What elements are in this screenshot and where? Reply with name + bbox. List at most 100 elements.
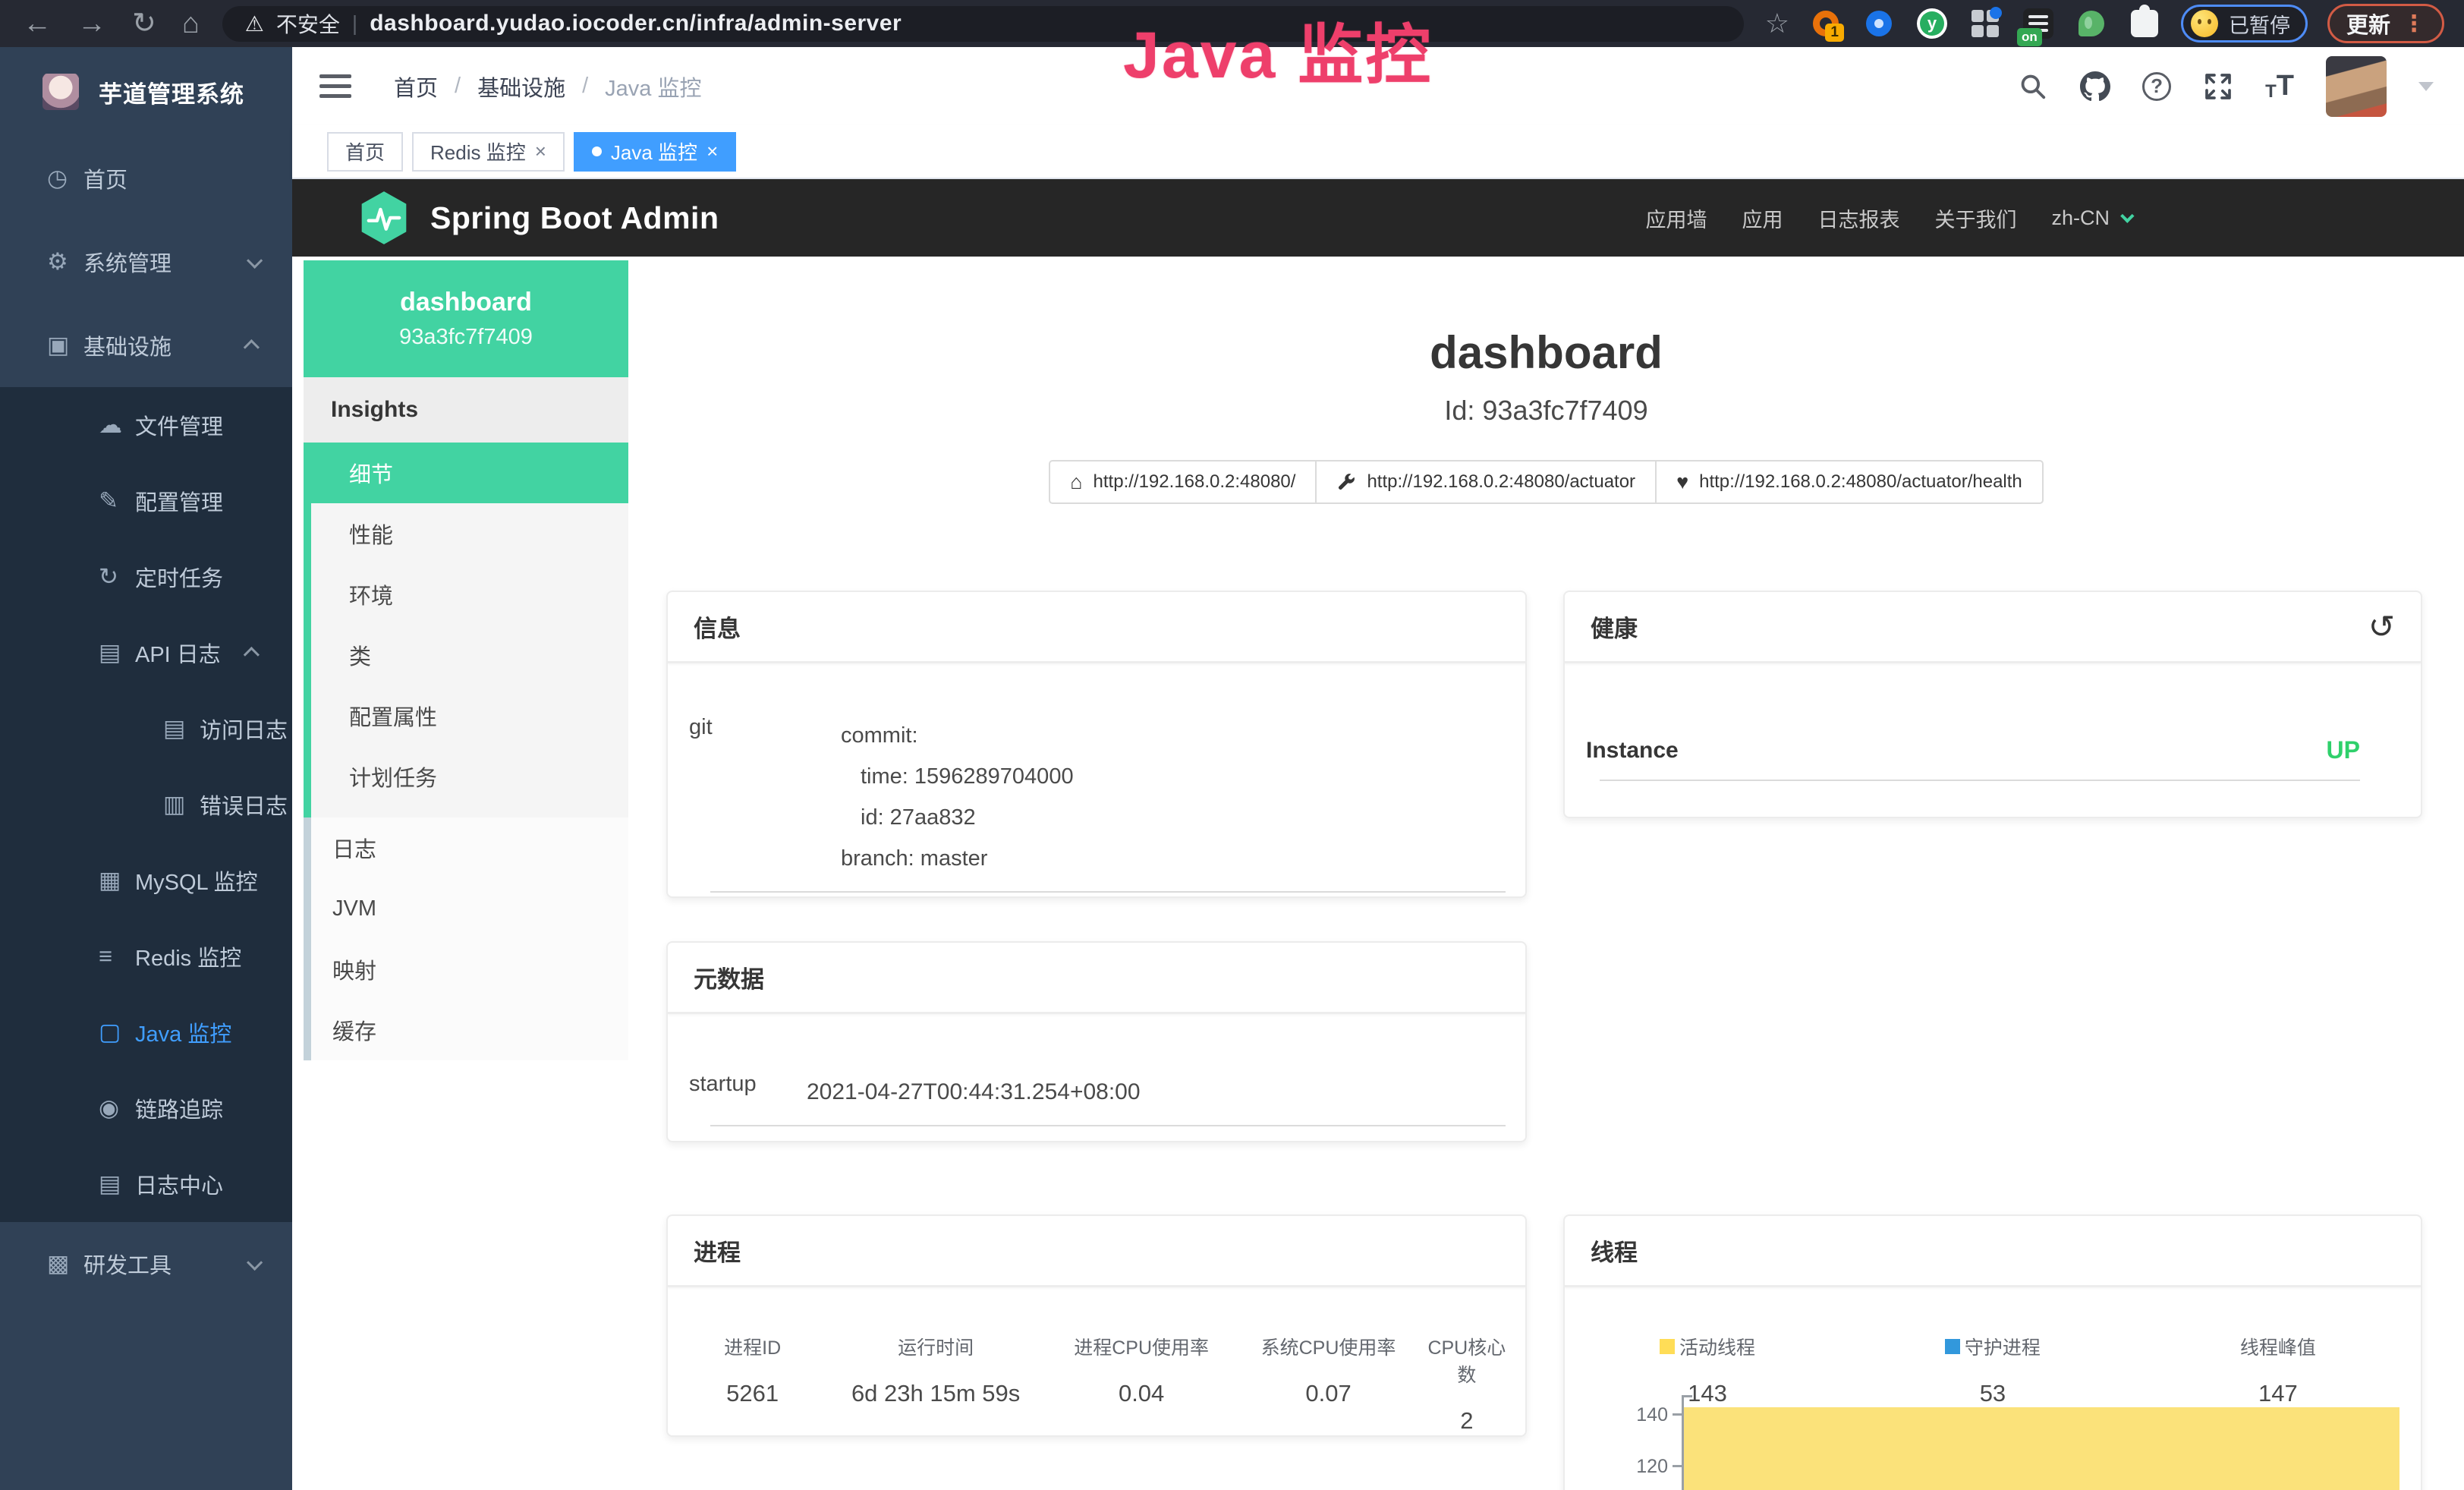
browser-update-button[interactable]: 更新 ⋮ (2327, 4, 2444, 43)
sidebar-item-tracing[interactable]: ◉ 链路追踪 (0, 1070, 292, 1146)
sba-brand-title[interactable]: Spring Boot Admin (430, 200, 719, 236)
chevron-up-icon (244, 647, 260, 663)
y-tick-label: 120 (1636, 1456, 1668, 1478)
sidebar-item-config-manage[interactable]: ✎ 配置管理 (0, 463, 292, 539)
sba-nav-applications[interactable]: 应用 (1742, 203, 1783, 233)
sidebar-section-insights[interactable]: Insights (304, 377, 628, 443)
font-size-large: T (2277, 70, 2294, 102)
stat-process-cpu: 进程CPU使用率 0.04 (1048, 1333, 1235, 1435)
extension-switch-icon[interactable]: on (2022, 7, 2055, 40)
annotation-java-monitor: Java 监控 (1123, 2, 1433, 96)
health-card-header: 健康 ↺ (1565, 592, 2421, 663)
stat-header: 系统CPU使用率 (1235, 1333, 1421, 1360)
font-size-icon[interactable]: TT (2265, 70, 2294, 102)
edit-icon: ✎ (99, 487, 135, 515)
help-icon[interactable]: ? (2142, 72, 2171, 101)
extension-colorpicker-icon[interactable]: 1 (1809, 7, 1842, 40)
sba-item-details[interactable]: 细节 (311, 443, 628, 503)
chevron-down-icon (247, 1254, 263, 1270)
not-secure-warning-icon: ⚠ (245, 11, 264, 36)
breadcrumb-section[interactable]: 基础设施 (477, 71, 565, 102)
health-instance-row[interactable]: Instance UP (1565, 736, 2421, 764)
sba-item-jvm[interactable]: JVM (311, 878, 628, 939)
process-stats: 进程ID 5261 运行时间 6d 23h 15m 59s 进程CPU使用率 0… (668, 1333, 1525, 1435)
spring-boot-admin-logo[interactable] (359, 190, 409, 246)
breadcrumb-separator: / (455, 74, 461, 99)
extension-on-badge: on (2017, 28, 2042, 46)
close-icon[interactable]: × (706, 140, 718, 163)
threads-chart: 140 120 100 (1625, 1404, 2399, 1490)
metadata-value: 2021-04-27T00:44:31.254+08:00 (807, 1072, 1141, 1113)
sba-item-caches[interactable]: 缓存 (311, 1000, 628, 1060)
sidebar-item-mysql-monitor[interactable]: ▦ MySQL 监控 (0, 843, 292, 918)
tab-home[interactable]: 首页 (327, 132, 403, 172)
sba-item-metrics[interactable]: 性能 (311, 503, 628, 564)
insights-submenu: 细节 性能 环境 类 配置属性 计划任务 (304, 443, 628, 817)
sba-nav-about[interactable]: 关于我们 (1934, 203, 2016, 233)
endpoint-health-button[interactable]: ♥ http://192.168.0.2:48080/actuator/heal… (1655, 460, 2044, 504)
sba-nav-wallboard[interactable]: 应用墙 (1645, 203, 1707, 233)
extensions-puzzle-icon[interactable] (2128, 7, 2161, 40)
address-bar[interactable]: ⚠ 不安全 | dashboard.yudao.iocoder.cn/infra… (222, 6, 1744, 42)
row-underline (1600, 780, 2360, 781)
sidebar-item-log-center[interactable]: ▤ 日志中心 (0, 1146, 292, 1222)
back-icon[interactable]: ← (23, 9, 52, 38)
endpoint-url: http://192.168.0.2:48080/actuator (1367, 471, 1635, 493)
breadcrumb-home[interactable]: 首页 (394, 71, 438, 102)
sidebar-item-system[interactable]: ⚙ 系统管理 (0, 220, 292, 304)
github-icon[interactable] (2080, 71, 2110, 102)
forward-icon[interactable]: → (77, 9, 106, 38)
avatar-caret-icon[interactable] (2418, 82, 2434, 91)
history-icon[interactable]: ↺ (2368, 611, 2395, 643)
bookmark-star-icon[interactable]: ☆ (1765, 8, 1789, 39)
metadata-card: 元数据 startup 2021-04-27T00:44:31.254+08:0… (666, 941, 1527, 1142)
stat-header: 进程CPU使用率 (1048, 1333, 1235, 1360)
browser-profile-chip[interactable]: 已暂停 (2181, 5, 2308, 43)
browser-nav-buttons: ← → ↻ ⌂ (0, 9, 222, 38)
wrench-icon (1336, 472, 1356, 492)
sidebar-item-file-manage[interactable]: ☁ 文件管理 (0, 387, 292, 463)
extension-sprout-icon[interactable] (2075, 7, 2108, 40)
close-icon[interactable]: × (535, 140, 546, 163)
user-avatar[interactable] (2326, 56, 2387, 117)
sba-locale-select[interactable]: zh-CN (2051, 206, 2130, 230)
hamburger-icon[interactable] (319, 73, 351, 100)
sidebar-label: Java 监控 (135, 1016, 231, 1048)
extension-grid-icon[interactable] (1968, 7, 2002, 40)
sba-item-classes[interactable]: 类 (311, 625, 628, 685)
sba-item-config-props[interactable]: 配置属性 (311, 685, 628, 746)
tab-redis-monitor[interactable]: Redis 监控 × (412, 132, 565, 172)
sba-item-scheduled-tasks[interactable]: 计划任务 (311, 746, 628, 807)
sidebar-item-scheduled-job[interactable]: ↻ 定时任务 (0, 539, 292, 615)
sidebar-item-home[interactable]: ◷ 首页 (0, 137, 292, 220)
search-icon[interactable] (2018, 71, 2048, 102)
endpoint-actuator-button[interactable]: http://192.168.0.2:48080/actuator (1315, 460, 1657, 504)
sba-item-logfile[interactable]: 日志 (311, 817, 628, 878)
reload-icon[interactable]: ↻ (132, 9, 156, 38)
sidebar-item-access-log[interactable]: ▤ 访问日志 (0, 691, 292, 767)
extension-y-icon[interactable]: y (1915, 7, 1949, 40)
endpoint-home-button[interactable]: ⌂ http://192.168.0.2:48080/ (1049, 460, 1317, 504)
fullscreen-icon[interactable] (2203, 71, 2233, 102)
sidebar-item-error-log[interactable]: ▥ 错误日志 (0, 767, 292, 843)
instance-id: 93a3fc7f7409 (399, 325, 533, 350)
sidebar-item-java-monitor[interactable]: ▢ Java 监控 (0, 994, 292, 1070)
instance-header[interactable]: dashboard 93a3fc7f7409 (304, 260, 628, 377)
tab-java-monitor[interactable]: Java 监控 × (574, 132, 736, 172)
sidebar-item-devtools[interactable]: ▩ 研发工具 (0, 1222, 292, 1306)
brand-row[interactable]: 芋道管理系统 (0, 47, 292, 137)
sidebar-label: 定时任务 (135, 561, 223, 593)
sba-item-environment[interactable]: 环境 (311, 564, 628, 625)
endpoint-buttons: ⌂ http://192.168.0.2:48080/ http://192.1… (628, 460, 2464, 504)
extension-pin-icon[interactable] (1862, 7, 1896, 40)
eye-icon: ◉ (99, 1095, 135, 1122)
browser-menu-icon[interactable]: ⋮ (2403, 11, 2425, 37)
sba-nav-journal[interactable]: 日志报表 (1817, 203, 1899, 233)
sidebar-item-redis-monitor[interactable]: ≡ Redis 监控 (0, 918, 292, 994)
git-id-line: id: 27aa832 (841, 797, 1074, 838)
sidebar-item-infrastructure[interactable]: ▣ 基础设施 (0, 304, 292, 387)
info-git-row: git commit: time: 1596289704000 id: 27aa… (668, 715, 1525, 879)
sidebar-item-api-log[interactable]: ▤ API 日志 (0, 615, 292, 691)
home-icon[interactable]: ⌂ (182, 9, 200, 38)
sba-item-mappings[interactable]: 映射 (311, 939, 628, 1000)
